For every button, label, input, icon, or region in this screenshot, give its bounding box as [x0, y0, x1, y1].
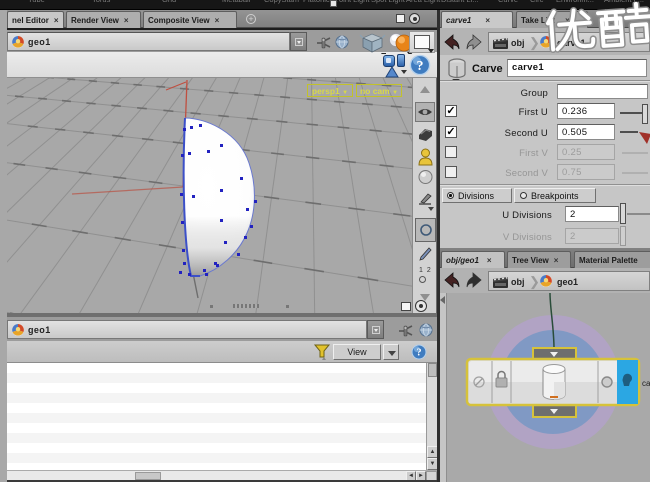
svg-text:?: ? — [416, 348, 421, 359]
svg-text:ca: ca — [642, 379, 650, 388]
svg-text:?: ? — [417, 59, 424, 74]
